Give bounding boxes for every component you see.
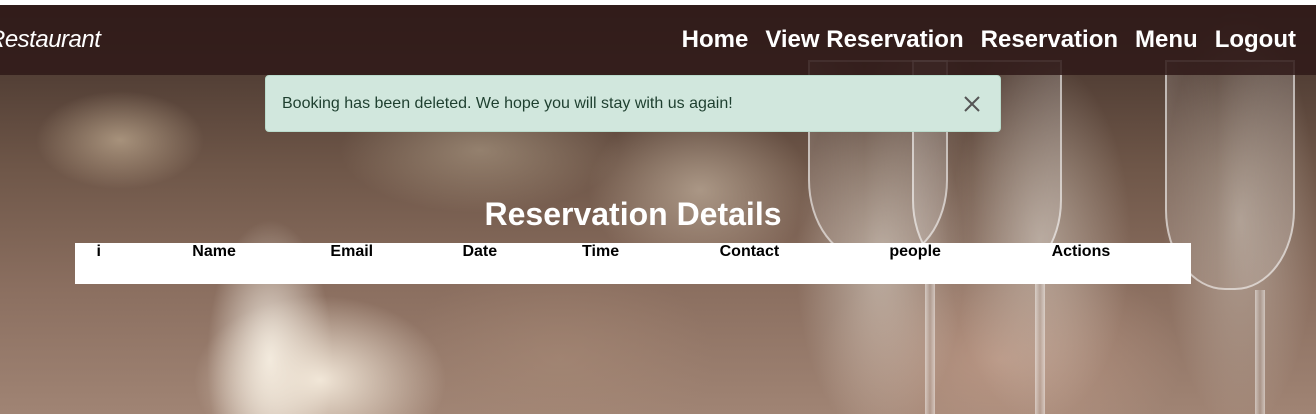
column-header-contact: Contact xyxy=(719,243,780,260)
nav-link-view-reservation[interactable]: View Reservation xyxy=(765,26,963,54)
column-header-actions: Actions xyxy=(1051,243,1111,260)
success-alert: Booking has been deleted. We hope you wi… xyxy=(265,75,1001,132)
column-header-date: Date xyxy=(462,243,498,260)
close-icon[interactable] xyxy=(960,92,984,116)
table-body xyxy=(75,261,1191,284)
nav-link-home[interactable]: Home xyxy=(682,26,749,54)
nav-link-menu[interactable]: Menu xyxy=(1135,26,1198,54)
reservation-table: i Name Email Date Time Contact people Ac… xyxy=(75,243,1191,284)
column-header-email: Email xyxy=(330,243,374,260)
alert-message: Booking has been deleted. We hope you wi… xyxy=(282,94,733,112)
navbar: Restaurant Home View Reservation Reserva… xyxy=(0,5,1316,75)
wine-glass-stem xyxy=(1035,280,1045,414)
column-header-name: Name xyxy=(192,243,236,260)
nav-link-reservation[interactable]: Reservation xyxy=(981,26,1118,54)
nav-link-logout[interactable]: Logout xyxy=(1215,26,1296,54)
column-header-i: i xyxy=(96,243,101,260)
nav-links: Home View Reservation Reservation Menu L… xyxy=(665,26,1296,54)
table-header-row: i Name Email Date Time Contact people Ac… xyxy=(75,243,1191,261)
wine-glass-stem xyxy=(1255,290,1265,414)
column-header-people: people xyxy=(889,243,941,260)
page-title: Reservation Details xyxy=(484,196,782,232)
column-header-time: Time xyxy=(582,243,620,260)
brand-logo[interactable]: Restaurant xyxy=(0,26,101,54)
